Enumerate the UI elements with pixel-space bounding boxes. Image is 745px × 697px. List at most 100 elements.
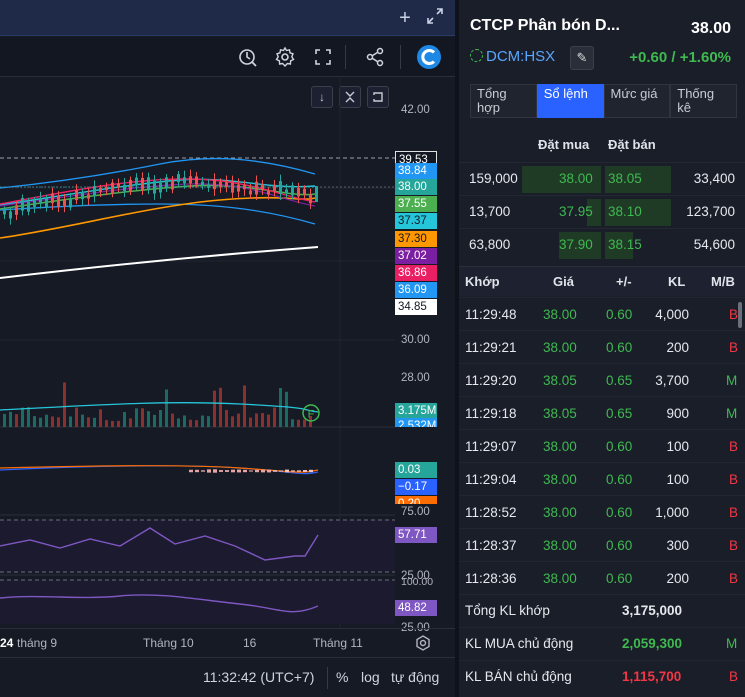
price-label-last: 38.00 (395, 179, 437, 195)
volume-bar (237, 413, 240, 427)
macd-bar (273, 470, 277, 472)
orderbook-row[interactable]: 159,000 38.00 38.05 33,400 (459, 162, 745, 195)
chart-panel[interactable]: + ↓ F 42.00 30.00 28.00 75.00 25.00 100.… (0, 0, 455, 697)
volume-ma-label: 2.532M (395, 418, 437, 427)
bid-volume: 159,000 (469, 171, 518, 186)
time-axis-label: 24 (0, 636, 14, 650)
volume-bar (267, 414, 270, 427)
trade-price: 38.00 (543, 571, 577, 586)
trades-header-change: +/- (616, 274, 632, 289)
volume-bar (189, 419, 192, 427)
volume-bar (261, 413, 264, 427)
orderbook-row[interactable]: 63,800 37.90 38.15 54,600 (459, 228, 745, 261)
volume-bar (231, 416, 234, 427)
price-label-ma: 37.55 (395, 196, 437, 212)
volume-bar (81, 414, 84, 427)
tab-orderbook[interactable]: Sổ lệnh (536, 84, 604, 118)
percent-scale-toggle[interactable]: % (336, 669, 348, 685)
ticker-text: DCM:HSX (486, 48, 556, 65)
ask-price: 38.10 (608, 204, 642, 219)
brand-logo-icon[interactable] (416, 44, 442, 70)
trade-side: B (729, 439, 739, 454)
tab-summary[interactable]: Tổng hợp (470, 84, 537, 118)
candle (309, 195, 312, 204)
fullscreen-icon[interactable] (311, 45, 335, 69)
time-axis[interactable]: 24 tháng 9 Tháng 10 16 Tháng 11 (0, 628, 455, 656)
summary-side: B (729, 669, 739, 684)
trade-price: 38.00 (543, 472, 577, 487)
bid-price: 38.00 (559, 171, 593, 186)
candle (123, 184, 126, 192)
macd-bar (249, 470, 253, 472)
axis-settings-icon[interactable] (414, 634, 432, 655)
orderbook-row[interactable]: 13,700 37.95 38.10 123,700 (459, 195, 745, 228)
trade-volume: 100 (666, 439, 689, 454)
settings-gear-icon[interactable] (273, 45, 297, 69)
candle (165, 177, 168, 188)
bid-volume: 13,700 (469, 204, 511, 219)
add-icon[interactable]: + (393, 6, 417, 30)
trade-row: 11:28:52 38.00 0.60 1,000 B (459, 495, 745, 528)
trade-side: M (726, 373, 738, 388)
trade-row: 11:28:37 38.00 0.60 300 B (459, 528, 745, 561)
orderbook-bid-header: Đặt mua (538, 137, 590, 152)
macd-bar (285, 469, 289, 473)
trade-side: B (729, 472, 739, 487)
candle (75, 190, 78, 201)
ask-volume: 33,400 (693, 171, 735, 186)
auto-scale-toggle[interactable]: tự động (391, 669, 439, 685)
trade-time: 11:29:07 (465, 439, 517, 454)
trade-row: 11:29:07 38.00 0.60 100 B (459, 429, 745, 462)
trades-header-side: M/B (711, 274, 735, 289)
trade-price: 38.05 (543, 406, 577, 421)
log-scale-toggle[interactable]: log (361, 669, 380, 685)
summary-row-total: Tổng KL khớp 3,175,000 (459, 594, 745, 627)
volume-bar (99, 409, 102, 427)
price-label-bb-upper: 38.84 (395, 163, 437, 179)
volume-bar (291, 419, 294, 427)
orderbook-ask-header: Đặt bán (608, 137, 656, 152)
candle (51, 193, 54, 204)
volume-bar (129, 418, 132, 427)
macd-bar (225, 470, 229, 472)
expand-icon[interactable] (423, 6, 447, 30)
volume-bar (207, 416, 210, 427)
trade-volume: 4,000 (655, 307, 689, 322)
replay-icon[interactable] (236, 45, 260, 69)
ask-price: 38.15 (608, 237, 642, 252)
volume-bar (9, 411, 12, 427)
candle (69, 198, 72, 208)
volume-bar (93, 417, 96, 427)
volume-bar (3, 413, 6, 427)
trades-scrollbar[interactable] (738, 302, 742, 328)
stock-price: 38.00 (690, 20, 731, 37)
share-icon[interactable] (363, 45, 387, 69)
price-label-long-ma: 34.85 (395, 299, 437, 315)
price-chart[interactable]: F (0, 78, 395, 628)
trade-change: 0.60 (606, 307, 633, 322)
candle (249, 190, 252, 195)
trade-volume: 1,000 (655, 505, 689, 520)
summary-label: KL MUA chủ động (465, 636, 574, 651)
trade-time: 11:29:20 (465, 373, 517, 388)
chart-status-bar: 11:32:42 (UTC+7) % log tự động (0, 657, 455, 697)
trade-volume: 200 (666, 340, 689, 355)
candle (81, 191, 84, 200)
price-label-ma: 37.02 (395, 248, 437, 264)
ticker-symbol[interactable]: DCM:HSX (470, 48, 555, 65)
y-axis-tick: 75.00 (401, 506, 430, 518)
macd-bar (267, 469, 271, 473)
trade-volume: 3,700 (655, 373, 689, 388)
side-tabs: Tổng hợp Sổ lệnh Mức giá Thống kê (470, 84, 737, 118)
summary-value: 1,115,700 (622, 669, 682, 684)
tab-price-levels[interactable]: Mức giá (603, 84, 671, 118)
volume-bar (111, 420, 114, 427)
candle (141, 178, 144, 191)
trade-row: 11:29:48 38.00 0.60 4,000 B (459, 297, 745, 330)
candle (21, 197, 24, 211)
trade-side: B (729, 307, 739, 322)
edit-pencil-icon[interactable]: ✎ (570, 46, 594, 70)
tab-statistics[interactable]: Thống kê (670, 84, 737, 118)
volume-bar (75, 407, 78, 427)
volume-bar (39, 417, 42, 427)
